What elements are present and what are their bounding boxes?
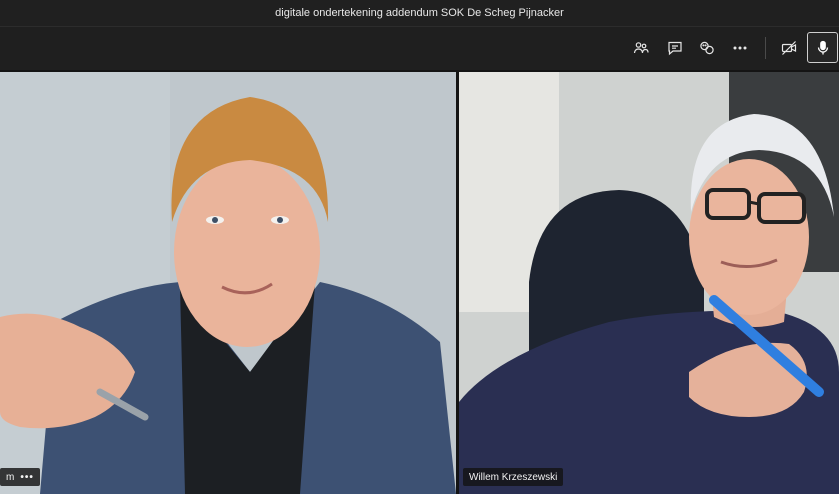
toolbar-divider: [765, 37, 766, 59]
more-options-icon: [733, 46, 747, 50]
participant-name-left: m: [6, 471, 15, 483]
camera-toggle-button[interactable]: [775, 35, 803, 61]
window-title-bar: digitale ondertekening addendum SOK De S…: [0, 0, 839, 27]
video-stage: m ••• Willem Krzeszewski: [0, 70, 839, 494]
chat-icon: [668, 41, 682, 56]
reactions-icon: [700, 41, 714, 55]
participant-video-left[interactable]: [0, 72, 456, 494]
camera-off-icon: [781, 41, 797, 55]
participants-button[interactable]: [627, 35, 655, 61]
chat-button[interactable]: [661, 35, 689, 61]
participant-more-options[interactable]: •••: [20, 472, 34, 483]
participant-name-tag-right: Willem Krzeszewski: [463, 468, 564, 486]
participant-video-image-left: [0, 72, 456, 494]
meeting-toolbar: [0, 27, 839, 70]
reactions-button[interactable]: [693, 35, 721, 61]
participant-name-tag-left: m •••: [0, 468, 40, 486]
participants-icon: [633, 42, 649, 54]
participant-video-right[interactable]: [459, 72, 839, 494]
participant-video-image-right: [459, 72, 839, 494]
participant-name-right: Willem Krzeszewski: [469, 471, 558, 483]
microphone-button[interactable]: [807, 32, 838, 63]
meeting-title: digitale ondertekening addendum SOK De S…: [275, 7, 564, 19]
microphone-icon: [817, 40, 828, 54]
more-options-button[interactable]: [726, 35, 754, 61]
